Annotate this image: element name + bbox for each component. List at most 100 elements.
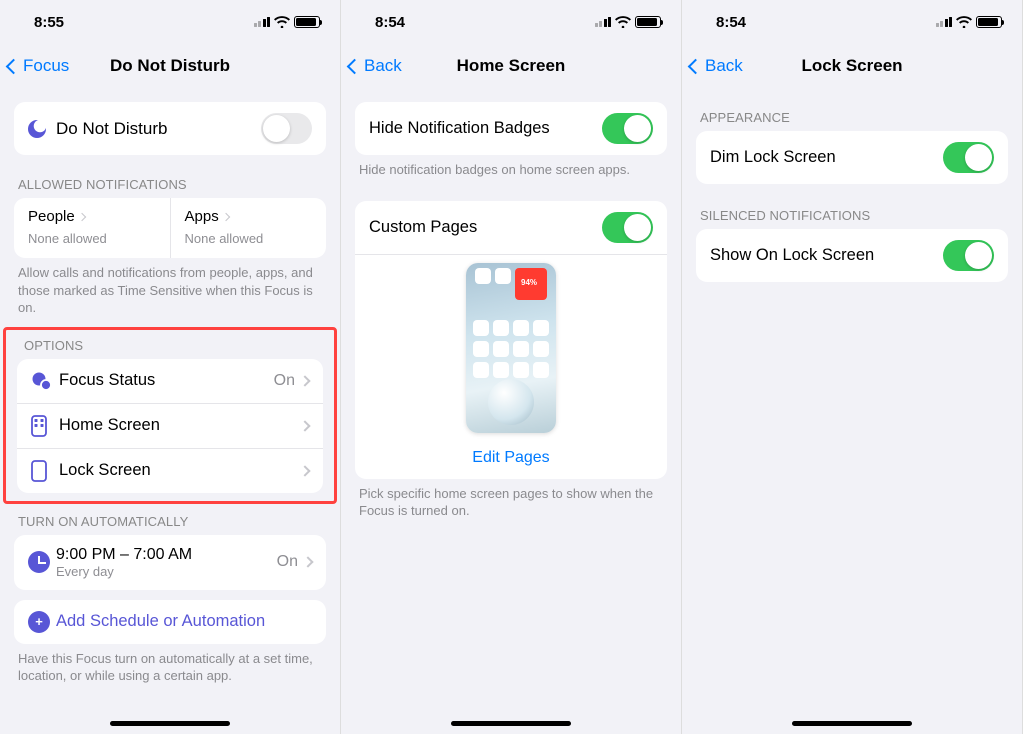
custom-pages-card: Custom Pages 94% Edit Pages	[355, 201, 667, 479]
people-value: None allowed	[28, 231, 156, 246]
hide-badges-row[interactable]: Hide Notification Badges	[355, 102, 667, 155]
moon-icon	[28, 120, 56, 138]
options-header: OPTIONS	[6, 332, 334, 359]
content: Hide Notification Badges Hide notificati…	[341, 88, 681, 530]
chevron-right-icon	[299, 375, 310, 386]
custom-pages-label: Custom Pages	[369, 218, 602, 237]
status-time: 8:55	[34, 14, 64, 31]
lock-screen-icon	[31, 460, 59, 482]
auto-footer: Have this Focus turn on automatically at…	[0, 644, 340, 685]
hide-badges-toggle[interactable]	[602, 113, 653, 144]
back-button[interactable]: Back	[349, 56, 402, 76]
screen-home-screen: 8:54 Back Home Screen Hide Notification …	[341, 0, 682, 734]
back-button[interactable]: Focus	[8, 56, 69, 76]
cellular-icon	[595, 17, 612, 27]
cellular-icon	[936, 17, 953, 27]
status-time: 8:54	[375, 14, 405, 31]
apps-value: None allowed	[185, 231, 313, 246]
status-indicators	[936, 16, 1003, 28]
home-indicator[interactable]	[792, 721, 912, 726]
home-indicator[interactable]	[110, 721, 230, 726]
schedule-card: 9:00 PM – 7:00 AM Every day On	[14, 535, 326, 590]
back-label: Focus	[23, 56, 69, 76]
chevron-left-icon	[688, 58, 704, 74]
chevron-right-icon	[299, 465, 310, 476]
content: APPEARANCE Dim Lock Screen SILENCED NOTI…	[682, 88, 1022, 292]
schedule-row[interactable]: 9:00 PM – 7:00 AM Every day On	[14, 535, 326, 590]
nav-bar: Back Home Screen	[341, 44, 681, 88]
status-indicators	[254, 16, 321, 28]
add-schedule-row[interactable]: + Add Schedule or Automation	[14, 600, 326, 644]
dnd-toggle-card: Do Not Disturb	[14, 102, 326, 155]
focus-status-value: On	[274, 372, 295, 390]
silenced-header: SILENCED NOTIFICATIONS	[682, 184, 1022, 229]
custom-pages-toggle[interactable]	[602, 212, 653, 243]
dnd-toggle[interactable]	[261, 113, 312, 144]
dnd-label: Do Not Disturb	[56, 119, 261, 139]
focus-status-row[interactable]: Focus Status On	[17, 359, 323, 403]
apps-cell[interactable]: Apps None allowed	[170, 198, 327, 258]
options-highlight: OPTIONS Focus Status On Home Screen	[3, 327, 337, 504]
auto-header: TURN ON AUTOMATICALLY	[0, 510, 340, 535]
status-bar: 8:54	[682, 0, 1022, 44]
status-bar: 8:54	[341, 0, 681, 44]
add-schedule-label: Add Schedule or Automation	[56, 612, 312, 631]
status-bar: 8:55	[0, 0, 340, 44]
home-page-thumbnail[interactable]: 94%	[466, 263, 556, 433]
appearance-header: APPEARANCE	[682, 88, 1022, 131]
chevron-right-icon	[302, 556, 313, 567]
home-screen-row[interactable]: Home Screen	[17, 403, 323, 448]
show-on-lock-row[interactable]: Show On Lock Screen	[696, 229, 1008, 282]
wifi-icon	[956, 16, 972, 28]
chevron-right-icon	[299, 420, 310, 431]
wifi-icon	[615, 16, 631, 28]
options-card: Focus Status On Home Screen Lock Screen	[17, 359, 323, 493]
show-on-lock-label: Show On Lock Screen	[710, 246, 943, 265]
silenced-card: Show On Lock Screen	[696, 229, 1008, 282]
chevron-left-icon	[6, 58, 22, 74]
plus-icon: +	[28, 611, 56, 633]
edit-pages-button[interactable]: Edit Pages	[355, 441, 667, 479]
schedule-time: 9:00 PM – 7:00 AM	[56, 546, 277, 564]
dim-toggle[interactable]	[943, 142, 994, 173]
show-on-lock-toggle[interactable]	[943, 240, 994, 271]
battery-icon	[635, 16, 661, 28]
nav-bar: Focus Do Not Disturb	[0, 44, 340, 88]
custom-pages-preview: 94% Edit Pages	[355, 254, 667, 479]
schedule-sub: Every day	[56, 564, 277, 579]
focus-status-label: Focus Status	[59, 371, 274, 390]
chevron-right-icon	[77, 212, 85, 220]
allowed-footer: Allow calls and notifications from peopl…	[0, 258, 340, 317]
people-cell[interactable]: People None allowed	[14, 198, 170, 258]
dnd-toggle-row[interactable]: Do Not Disturb	[14, 102, 326, 155]
home-indicator[interactable]	[451, 721, 571, 726]
back-button[interactable]: Back	[690, 56, 743, 76]
nav-bar: Back Lock Screen	[682, 44, 1022, 88]
apps-label: Apps	[185, 208, 219, 225]
battery-icon	[976, 16, 1002, 28]
hide-badges-label: Hide Notification Badges	[369, 119, 602, 138]
clock-icon	[28, 551, 56, 573]
hide-badges-footer: Hide notification badges on home screen …	[341, 155, 681, 179]
page-title: Home Screen	[457, 56, 566, 76]
page-title: Lock Screen	[801, 56, 902, 76]
lock-screen-row[interactable]: Lock Screen	[17, 448, 323, 493]
battery-icon	[294, 16, 320, 28]
focus-status-icon	[31, 370, 59, 392]
schedule-value: On	[277, 553, 298, 571]
back-label: Back	[364, 56, 402, 76]
screen-do-not-disturb: 8:55 Focus Do Not Disturb Do Not Disturb…	[0, 0, 341, 734]
dim-row[interactable]: Dim Lock Screen	[696, 131, 1008, 184]
page-title: Do Not Disturb	[110, 56, 230, 76]
status-indicators	[595, 16, 662, 28]
custom-pages-row[interactable]: Custom Pages	[355, 201, 667, 254]
wifi-icon	[274, 16, 290, 28]
home-screen-label: Home Screen	[59, 416, 301, 435]
dim-label: Dim Lock Screen	[710, 148, 943, 167]
schedule-details: 9:00 PM – 7:00 AM Every day	[56, 546, 277, 579]
hide-badges-card: Hide Notification Badges	[355, 102, 667, 155]
custom-pages-footer: Pick specific home screen pages to show …	[341, 479, 681, 520]
allowed-card: People None allowed Apps None allowed	[14, 198, 326, 258]
lock-screen-label: Lock Screen	[59, 461, 301, 480]
people-label: People	[28, 208, 75, 225]
